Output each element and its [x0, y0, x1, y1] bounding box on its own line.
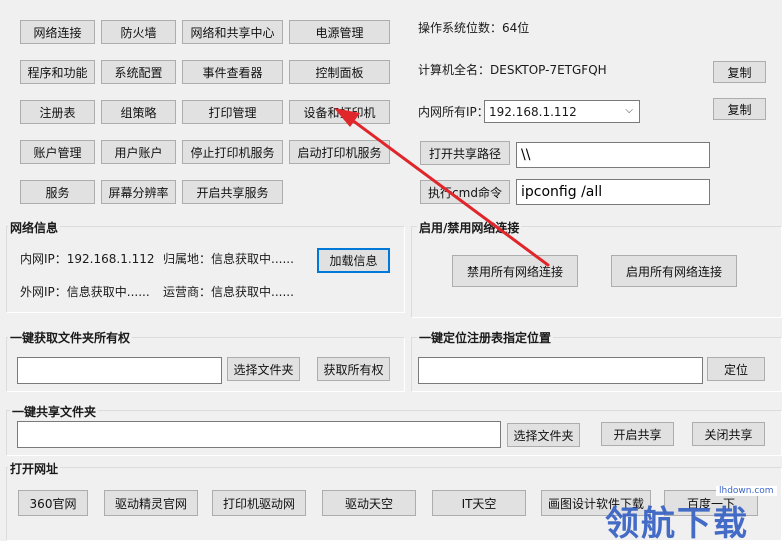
annotation-arrow-icon: [334, 108, 550, 267]
watermark-site: lhdown.com: [716, 486, 777, 496]
watermark-brand: 领航下载: [605, 504, 749, 541]
